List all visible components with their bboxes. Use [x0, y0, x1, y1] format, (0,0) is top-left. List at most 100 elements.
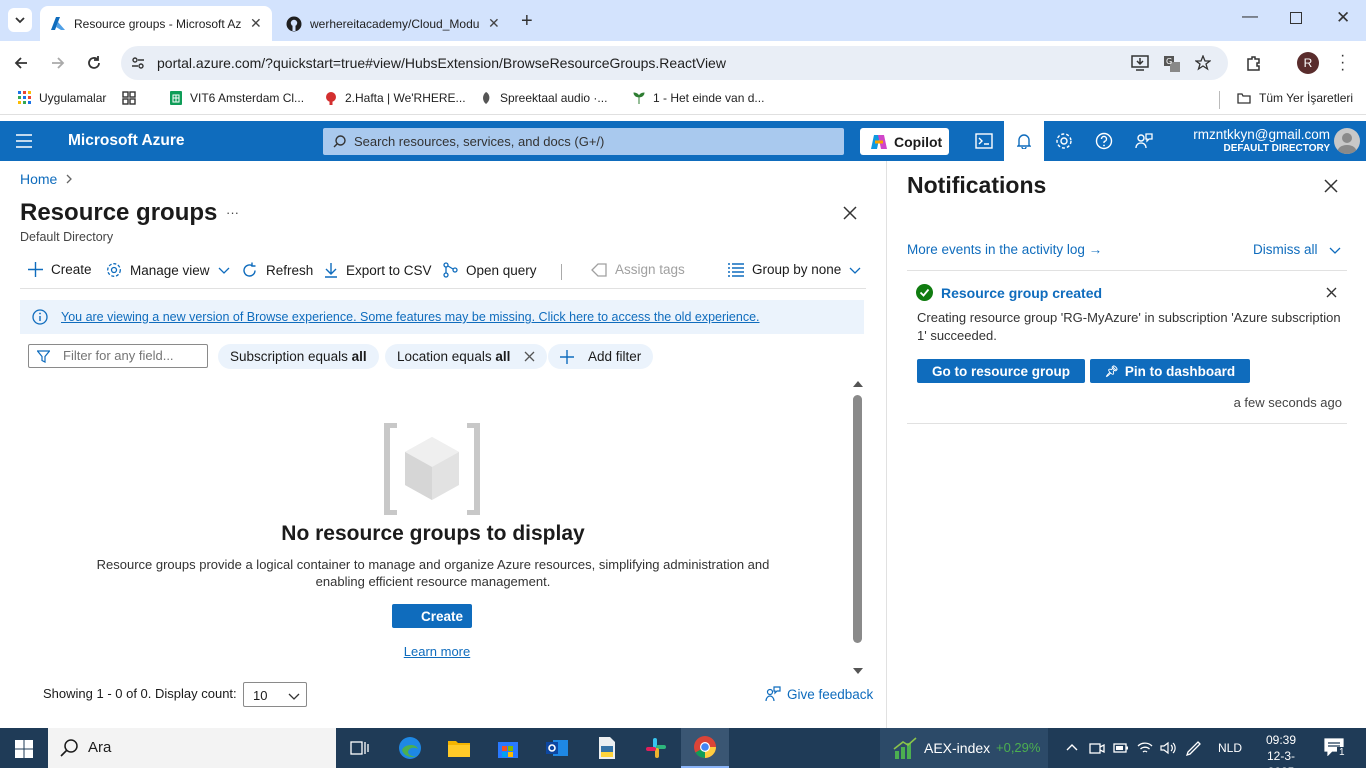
refresh-command[interactable]: Refresh — [241, 262, 313, 279]
location-filter-pill[interactable]: Location equals all — [385, 344, 548, 369]
plus-icon — [560, 349, 574, 364]
reload-icon[interactable] — [85, 54, 103, 72]
pagination-summary: Showing 1 - 0 of 0. Display count: — [43, 686, 237, 701]
command-label: Create — [51, 262, 92, 277]
account-info[interactable]: rmzntkkyn@gmail.com DEFAULT DIRECTORY — [1170, 127, 1330, 154]
clock-date: 12-3-2025 — [1266, 749, 1295, 779]
bookmark-star-icon[interactable] — [1195, 55, 1211, 71]
edge-app[interactable] — [386, 728, 434, 768]
tab-search-button[interactable] — [8, 8, 32, 32]
manage-view-command[interactable]: Manage view — [106, 262, 238, 278]
wifi-icon[interactable] — [1137, 741, 1153, 755]
pen-icon[interactable] — [1186, 740, 1204, 756]
browser-tab-github[interactable]: werhereitacademy/Cloud_Modu ✕ — [276, 6, 516, 41]
subscription-filter-pill[interactable]: Subscription equals all — [218, 344, 379, 369]
terminal-icon — [975, 133, 993, 149]
python-app[interactable] — [583, 728, 631, 768]
go-to-resource-group-button[interactable]: Go to resource group — [917, 359, 1085, 383]
taskbar-search[interactable]: Ara — [48, 728, 336, 768]
command-label: Refresh — [266, 263, 314, 278]
browser-tab-azure[interactable]: Resource groups - Microsoft Az ✕ — [40, 6, 272, 41]
more-options-button[interactable]: ··· — [226, 205, 239, 220]
stock-widget[interactable]: AEX-index +0,29% — [880, 728, 1048, 768]
new-tab-button[interactable]: + — [521, 10, 533, 33]
scroll-down-arrow[interactable] — [853, 668, 863, 674]
back-icon[interactable] — [12, 54, 30, 72]
address-bar[interactable]: portal.azure.com/?quickstart=true#view/H… — [121, 46, 1228, 80]
file-explorer-app[interactable] — [435, 728, 483, 768]
give-feedback-link[interactable]: Give feedback — [765, 686, 873, 702]
chevron-down-icon — [218, 267, 230, 274]
learn-more-link[interactable]: Learn more — [0, 644, 874, 659]
pin-to-dashboard-button[interactable]: 📌︎ Pin to dashboard — [1090, 359, 1250, 383]
dismiss-all-button[interactable]: Dismiss all — [1253, 242, 1341, 257]
global-search-input[interactable] — [354, 132, 834, 151]
feedback-button[interactable] — [1124, 121, 1164, 161]
profile-avatar[interactable]: R — [1297, 52, 1319, 74]
volume-icon[interactable] — [1160, 741, 1176, 755]
create-command[interactable]: Create — [28, 262, 92, 277]
site-info-icon[interactable] — [131, 56, 145, 70]
bookmark-apps[interactable]: Uygulamalar — [18, 91, 106, 105]
close-blade-icon[interactable] — [843, 206, 857, 220]
scroll-up-arrow[interactable] — [853, 381, 863, 387]
hamburger-menu-icon[interactable] — [16, 134, 32, 148]
action-center-button[interactable]: 1 — [1324, 738, 1347, 758]
global-search[interactable] — [323, 128, 844, 155]
filter-box[interactable] — [28, 344, 208, 368]
minimize-window-button[interactable]: — — [1242, 8, 1258, 26]
old-experience-link[interactable]: You are viewing a new version of Browse … — [61, 310, 760, 324]
notifications-button[interactable] — [1004, 121, 1044, 161]
clock[interactable]: 09:39 12-3-2025 — [1256, 732, 1306, 780]
bookmark-hafta[interactable]: 2.Hafta | We'RHERE... — [324, 91, 466, 105]
meet-now-icon[interactable] — [1089, 741, 1105, 755]
empty-state-create-button[interactable]: Create — [392, 604, 472, 628]
copilot-button[interactable]: Copilot — [860, 128, 949, 155]
bookmark-het-einde[interactable]: 1 - Het einde van d... — [632, 91, 764, 105]
pin-label: Pin to dashboard — [1124, 363, 1236, 379]
account-avatar[interactable] — [1334, 128, 1360, 154]
tray-chevron-icon[interactable] — [1066, 742, 1078, 754]
all-bookmarks-folder[interactable]: Tüm Yer İşaretleri — [1236, 91, 1353, 105]
chevron-down-icon — [1329, 247, 1340, 254]
close-tab-icon[interactable]: ✕ — [250, 15, 262, 32]
outlook-app[interactable] — [533, 728, 581, 768]
export-csv-command[interactable]: Export to CSV — [324, 262, 432, 278]
group-by-command[interactable]: Group by none — [728, 262, 869, 277]
azure-brand[interactable]: Microsoft Azure — [68, 132, 185, 150]
command-label: Manage view — [130, 262, 210, 278]
install-app-icon[interactable] — [1131, 55, 1149, 71]
browser-menu-icon[interactable]: · · · — [1340, 48, 1345, 78]
scroll-thumb[interactable] — [853, 395, 862, 643]
store-app[interactable] — [484, 728, 532, 768]
filter-value: all — [351, 349, 367, 364]
input-language[interactable]: NLD — [1218, 741, 1242, 755]
display-count-select[interactable]: 10 — [243, 682, 307, 707]
breadcrumb-home[interactable]: Home — [20, 171, 57, 187]
remove-filter-icon[interactable] — [524, 351, 535, 362]
close-tab-icon[interactable]: ✕ — [488, 15, 500, 32]
settings-button[interactable] — [1044, 121, 1084, 161]
chrome-app[interactable] — [681, 728, 729, 768]
extensions-icon[interactable] — [1245, 54, 1263, 72]
tab-groups-button[interactable] — [122, 91, 143, 105]
help-button[interactable] — [1084, 121, 1124, 161]
windows-start-icon[interactable] — [15, 740, 33, 758]
close-window-button[interactable]: ✕ — [1336, 8, 1350, 28]
filter-input[interactable] — [63, 348, 203, 363]
slack-app[interactable] — [632, 728, 680, 768]
add-filter-button[interactable]: Add filter — [548, 344, 654, 369]
restore-window-button[interactable] — [1290, 12, 1302, 24]
dismiss-notification-icon[interactable] — [1326, 287, 1337, 298]
cloud-shell-button[interactable] — [964, 121, 1004, 161]
bookmark-vit6[interactable]: VIT6 Amsterdam Cl... — [169, 91, 304, 105]
activity-log-link[interactable]: More events in the activity log → — [907, 242, 1102, 257]
translate-icon[interactable]: G — [1163, 55, 1181, 73]
open-query-command[interactable]: Open query — [443, 262, 537, 278]
bookmark-spreektaal[interactable]: Spreektaal audio ·... — [479, 91, 607, 105]
notification-item[interactable]: Resource group created Creating resource… — [907, 271, 1347, 424]
task-view-button[interactable] — [336, 728, 384, 768]
tab-title: werhereitacademy/Cloud_Modu — [310, 16, 480, 31]
close-panel-icon[interactable] — [1324, 179, 1338, 193]
forward-icon[interactable] — [49, 54, 67, 72]
